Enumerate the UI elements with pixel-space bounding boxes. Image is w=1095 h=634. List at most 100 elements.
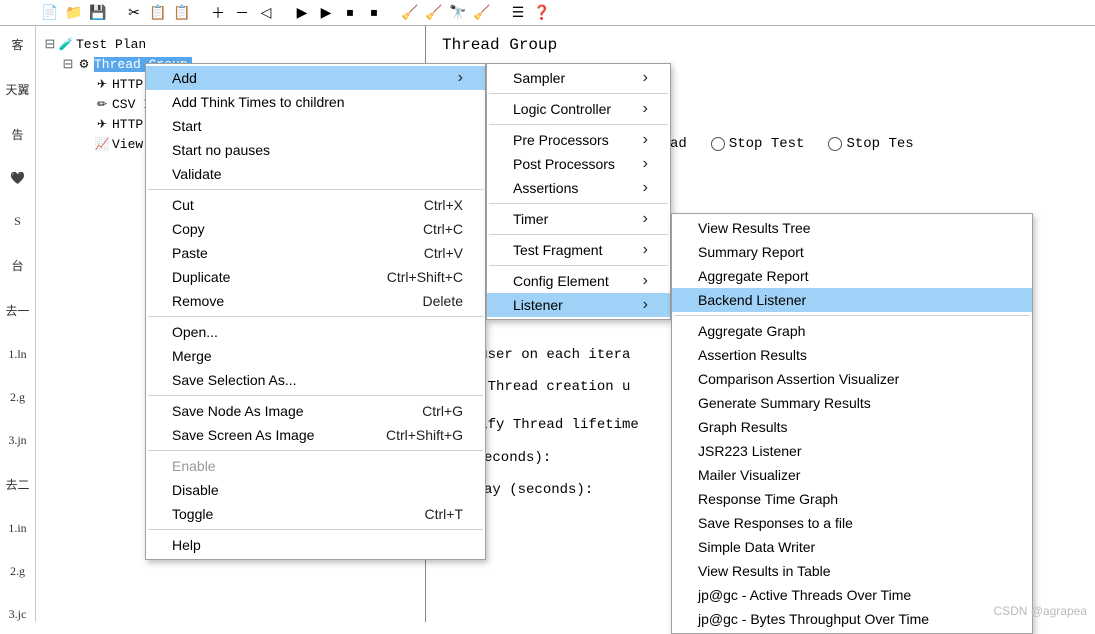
menu-item[interactable]: Backend Listener bbox=[672, 288, 1032, 312]
menu-item: Enable bbox=[146, 454, 485, 478]
radio-label: Stop Tes bbox=[846, 136, 913, 152]
menu-item[interactable]: Test Fragment bbox=[487, 238, 670, 262]
menu-item[interactable]: Start bbox=[146, 114, 485, 138]
menu-item[interactable]: Logic Controller bbox=[487, 97, 670, 121]
toolbar-icon[interactable]: － bbox=[232, 3, 252, 23]
menu-item[interactable]: DuplicateCtrl+Shift+C bbox=[146, 265, 485, 289]
menu-item[interactable]: Mailer Visualizer bbox=[672, 463, 1032, 487]
left-strip-item[interactable]: 🖤 bbox=[10, 171, 25, 186]
menu-item-label: Add bbox=[172, 70, 197, 86]
toolbar-icon[interactable]: ✂ bbox=[124, 3, 144, 23]
menu-item[interactable]: Simple Data Writer bbox=[672, 535, 1032, 559]
menu-item[interactable]: Save Selection As... bbox=[146, 368, 485, 392]
menu-item-label: Open... bbox=[172, 324, 218, 340]
menu-item[interactable]: Save Node As ImageCtrl+G bbox=[146, 399, 485, 423]
test-plan-icon: 🧪 bbox=[58, 36, 74, 52]
collapse-icon[interactable]: ⊟ bbox=[44, 37, 56, 52]
menu-item[interactable]: Config Element bbox=[487, 269, 670, 293]
tree-node-test-plan[interactable]: ⊟ 🧪 Test Plan bbox=[44, 34, 425, 54]
menu-shortcut: Ctrl+C bbox=[393, 221, 463, 237]
menu-item[interactable]: Sampler bbox=[487, 66, 670, 90]
menu-item[interactable]: Assertions bbox=[487, 176, 670, 200]
menu-item[interactable]: ToggleCtrl+T bbox=[146, 502, 485, 526]
menu-item[interactable]: Aggregate Report bbox=[672, 264, 1032, 288]
menu-item[interactable]: Save Responses to a file bbox=[672, 511, 1032, 535]
left-strip-item[interactable]: 天翼 bbox=[5, 81, 29, 98]
toolbar-icon[interactable]: ＋ bbox=[208, 3, 228, 23]
menu-item[interactable]: View Results in Table bbox=[672, 559, 1032, 583]
toolbar-icon[interactable]: ☰ bbox=[508, 3, 528, 23]
toolbar-icon[interactable]: ⏹ bbox=[340, 3, 360, 23]
context-menu[interactable]: Add Add Think Times to children StartStart… bbox=[145, 63, 486, 560]
menu-item[interactable]: Response Time Graph bbox=[672, 487, 1032, 511]
left-sidebar: 客天翼告 🖤 S 台去一 1.ln 2.g 3.jn 去二 1.in 2.g 3.jc bbox=[0, 26, 36, 622]
menu-item[interactable]: CopyCtrl+C bbox=[146, 217, 485, 241]
left-strip-item[interactable]: 3.jn bbox=[8, 433, 26, 448]
toolbar-icon[interactable]: ▶ bbox=[316, 3, 336, 23]
menu-item[interactable]: Open... bbox=[146, 320, 485, 344]
menu-item[interactable]: Add bbox=[146, 66, 485, 90]
toolbar-icon[interactable]: 🧹 bbox=[424, 3, 444, 23]
menu-item-label: Add Think Times to children bbox=[172, 94, 345, 110]
menu-item[interactable]: JSR223 Listener bbox=[672, 439, 1032, 463]
toolbar-icon[interactable]: 📋 bbox=[172, 3, 192, 23]
toolbar-icon[interactable]: ⏹ bbox=[364, 3, 384, 23]
collapse-icon[interactable]: ⊟ bbox=[62, 57, 74, 72]
left-strip-item[interactable]: 台 bbox=[11, 257, 23, 274]
menu-item[interactable]: Add Think Times to children bbox=[146, 90, 485, 114]
menu-item[interactable]: Save Screen As ImageCtrl+Shift+G bbox=[146, 423, 485, 447]
menu-item[interactable]: Disable bbox=[146, 478, 485, 502]
menu-item-label: Remove bbox=[172, 293, 224, 309]
menu-item[interactable]: Comparison Assertion Visualizer bbox=[672, 367, 1032, 391]
menu-item[interactable]: Merge bbox=[146, 344, 485, 368]
toolbar-icon[interactable]: 🧹 bbox=[472, 3, 492, 23]
left-strip-item[interactable]: 3.jc bbox=[9, 607, 27, 622]
menu-item-label: Sampler bbox=[513, 70, 565, 86]
menu-item[interactable]: Start no pauses bbox=[146, 138, 485, 162]
toolbar-icon[interactable]: 🔭 bbox=[448, 3, 468, 23]
menu-item[interactable]: RemoveDelete bbox=[146, 289, 485, 313]
left-strip-item[interactable]: 2.g bbox=[10, 390, 25, 405]
menu-item[interactable]: PasteCtrl+V bbox=[146, 241, 485, 265]
menu-item[interactable]: Pre Processors bbox=[487, 128, 670, 152]
toolbar-icon[interactable]: 📄 bbox=[40, 3, 60, 23]
menu-item-label: Save Responses to a file bbox=[698, 515, 853, 531]
left-strip-item[interactable]: 客 bbox=[11, 36, 23, 53]
left-strip-item[interactable]: S bbox=[14, 214, 21, 229]
toolbar: 📄📁💾✂📋📋＋－◁▶▶⏹⏹🧹🧹🔭🧹☰❓ bbox=[0, 0, 1095, 26]
toolbar-icon[interactable]: ❓ bbox=[532, 3, 552, 23]
left-strip-item[interactable]: 去二 bbox=[5, 476, 29, 493]
menu-item[interactable]: Listener bbox=[487, 293, 670, 317]
left-strip-item[interactable]: 1.ln bbox=[8, 347, 26, 362]
menu-item[interactable]: Aggregate Graph bbox=[672, 319, 1032, 343]
menu-item-label: Assertions bbox=[513, 180, 578, 196]
menu-item[interactable]: Post Processors bbox=[487, 152, 670, 176]
toolbar-icon[interactable]: 💾 bbox=[88, 3, 108, 23]
menu-item[interactable]: Assertion Results bbox=[672, 343, 1032, 367]
add-submenu[interactable]: Sampler Logic Controller Pre ProcessorsPos… bbox=[486, 63, 671, 320]
menu-item[interactable]: View Results Tree bbox=[672, 216, 1032, 240]
left-strip-item[interactable]: 2.g bbox=[10, 564, 25, 579]
radio-option[interactable]: Stop Test bbox=[711, 136, 805, 152]
listener-submenu[interactable]: View Results TreeSummary ReportAggregate… bbox=[671, 213, 1033, 634]
menu-item-label: Simple Data Writer bbox=[698, 539, 815, 555]
toolbar-icon[interactable]: 📋 bbox=[148, 3, 168, 23]
toolbar-icon[interactable]: ▶ bbox=[292, 3, 312, 23]
node-icon: ✈ bbox=[94, 116, 110, 132]
menu-item[interactable]: Graph Results bbox=[672, 415, 1032, 439]
menu-item[interactable]: Help bbox=[146, 533, 485, 557]
menu-item[interactable]: Summary Report bbox=[672, 240, 1032, 264]
toolbar-icon[interactable]: ◁ bbox=[256, 3, 276, 23]
menu-item[interactable]: jp@gc - Bytes Throughput Over Time bbox=[672, 607, 1032, 631]
left-strip-item[interactable]: 告 bbox=[11, 126, 23, 143]
menu-item[interactable]: Timer bbox=[487, 207, 670, 231]
toolbar-icon[interactable]: 🧹 bbox=[400, 3, 420, 23]
radio-option[interactable]: Stop Tes bbox=[828, 136, 913, 152]
menu-item[interactable]: Generate Summary Results bbox=[672, 391, 1032, 415]
left-strip-item[interactable]: 1.in bbox=[8, 521, 26, 536]
menu-item[interactable]: jp@gc - Active Threads Over Time bbox=[672, 583, 1032, 607]
toolbar-icon[interactable]: 📁 bbox=[64, 3, 84, 23]
left-strip-item[interactable]: 去一 bbox=[5, 302, 29, 319]
menu-item[interactable]: Validate bbox=[146, 162, 485, 186]
menu-item[interactable]: CutCtrl+X bbox=[146, 193, 485, 217]
